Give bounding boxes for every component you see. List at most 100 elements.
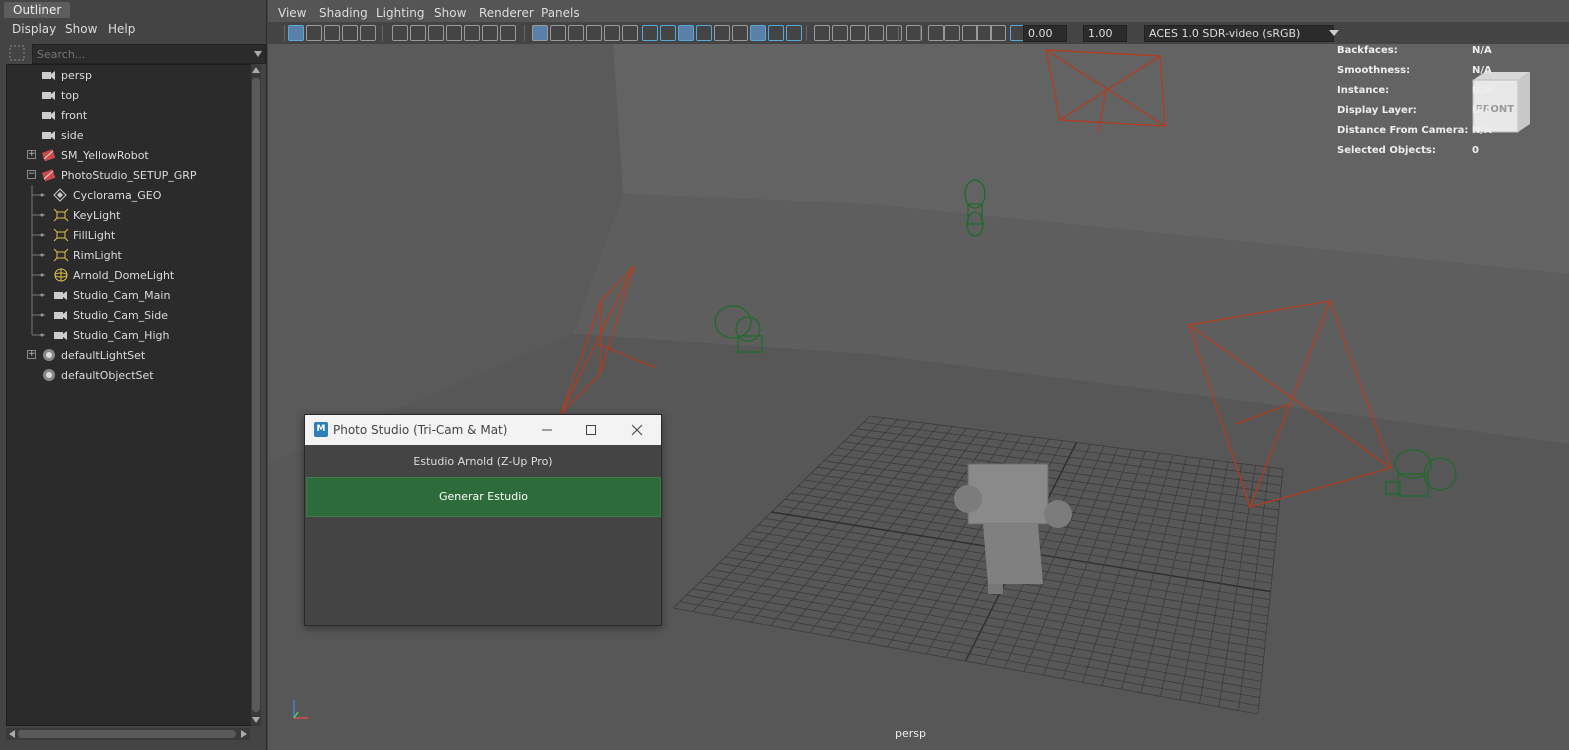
vertical-scroll-thumb[interactable] bbox=[252, 78, 260, 712]
hud-label: Distance From Camera: bbox=[1337, 125, 1469, 136]
outliner-tab[interactable]: Outliner bbox=[4, 2, 71, 18]
hud-value: N/A bbox=[1472, 105, 1492, 116]
toolbar-icon-23[interactable] bbox=[714, 25, 730, 41]
tree-item-label: Studio_Cam_Side bbox=[73, 309, 168, 322]
area-light-icon bbox=[53, 248, 69, 262]
toolbar-icon-15[interactable] bbox=[568, 25, 584, 41]
toolbar-icon-10[interactable] bbox=[464, 25, 480, 41]
menu-renderer[interactable]: Renderer bbox=[479, 6, 534, 20]
tree-item-filllight[interactable]: FillLight bbox=[7, 225, 251, 245]
collapse-icon[interactable]: − bbox=[27, 170, 36, 179]
toolbar-icon-6[interactable] bbox=[392, 25, 408, 41]
exposure-field[interactable]: 0.00 bbox=[1023, 25, 1067, 42]
minimize-button[interactable] bbox=[537, 420, 557, 440]
tree-item-side[interactable]: side bbox=[7, 125, 251, 145]
tree-item-top[interactable]: top bbox=[7, 85, 251, 105]
horizontal-scroll-thumb[interactable] bbox=[18, 730, 236, 738]
hud-label: Selected Objects: bbox=[1337, 145, 1436, 156]
toolbar-icon-35[interactable] bbox=[944, 25, 960, 41]
tree-item-persp[interactable]: persp bbox=[7, 65, 251, 85]
toolbar-icon-18[interactable] bbox=[622, 25, 638, 41]
tree-item-cyclorama-geo[interactable]: Cyclorama_GEO bbox=[7, 185, 251, 205]
toolbar-icon-3[interactable] bbox=[324, 25, 340, 41]
close-button[interactable] bbox=[627, 420, 647, 440]
toolbar-icon-17[interactable] bbox=[604, 25, 620, 41]
gamma-field[interactable]: 1.00 bbox=[1083, 25, 1127, 42]
toolbar-icon-20[interactable] bbox=[660, 25, 676, 41]
tree-item-defaultobjectset[interactable]: defaultObjectSet bbox=[7, 365, 251, 385]
toolbar-icon-29[interactable] bbox=[832, 25, 848, 41]
expand-icon[interactable]: + bbox=[27, 150, 36, 159]
toolbar-icon-34[interactable] bbox=[928, 25, 944, 41]
toolbar-icon-11[interactable] bbox=[482, 25, 498, 41]
tree-item-rimlight[interactable]: RimLight bbox=[7, 245, 251, 265]
toolbar-icon-22[interactable] bbox=[696, 25, 712, 41]
tree-item-front[interactable]: front bbox=[7, 105, 251, 125]
toolbar-icon-24[interactable] bbox=[732, 25, 748, 41]
toolbar-icon-25[interactable] bbox=[750, 25, 766, 41]
outliner-tree: persp top front side + SM_YellowRobot − PhotoSt… bbox=[6, 64, 252, 726]
toolbar-icon-28[interactable] bbox=[814, 25, 830, 41]
toolbar-icon-1[interactable] bbox=[288, 25, 304, 41]
camera-icon bbox=[42, 91, 55, 100]
toolbar-icon-9[interactable] bbox=[446, 25, 462, 41]
maximize-button[interactable] bbox=[581, 420, 601, 440]
viewport-toolbar: 0.00 1.00 ACES 1.0 SDR-video (sRGB) bbox=[268, 22, 1569, 44]
dialog-titlebar[interactable]: M Photo Studio (Tri-Cam & Mat) bbox=[305, 415, 661, 445]
scroll-right-icon[interactable] bbox=[240, 730, 248, 738]
search-input[interactable] bbox=[37, 47, 247, 61]
tree-item-keylight[interactable]: KeyLight bbox=[7, 205, 251, 225]
menu-panels[interactable]: Panels bbox=[541, 6, 580, 20]
tree-item-arnold-domelight[interactable]: Arnold_DomeLight bbox=[7, 265, 251, 285]
camera-icon bbox=[42, 131, 55, 140]
camera-icon bbox=[54, 311, 67, 320]
tree-item-studio-cam-main[interactable]: Studio_Cam_Main bbox=[7, 285, 251, 305]
filter-icon[interactable] bbox=[9, 45, 25, 61]
toolbar-icon-14[interactable] bbox=[550, 25, 566, 41]
scroll-left-icon[interactable] bbox=[8, 730, 16, 738]
tree-item-defaultlightset[interactable]: + defaultLightSet bbox=[7, 345, 251, 365]
menu-display[interactable]: Display bbox=[12, 22, 56, 36]
tree-item-photostudio-setup-grp[interactable]: − PhotoStudio_SETUP_GRP bbox=[7, 165, 251, 185]
toolbar-icon-19[interactable] bbox=[642, 25, 658, 41]
toolbar-icon-12[interactable] bbox=[500, 25, 516, 41]
toolbar-icon-32[interactable] bbox=[886, 25, 902, 41]
menu-help[interactable]: Help bbox=[108, 22, 135, 36]
tree-connector bbox=[31, 325, 45, 337]
scroll-down-icon[interactable] bbox=[252, 716, 260, 724]
toolbar-separator bbox=[898, 25, 899, 41]
toolbar-icon-5[interactable] bbox=[360, 25, 376, 41]
expand-icon[interactable]: + bbox=[27, 350, 36, 359]
color-space-dropdown-arrow-icon[interactable] bbox=[1328, 27, 1340, 39]
toolbar-icon-31[interactable] bbox=[868, 25, 884, 41]
tree-item-sm-yellowrobot[interactable]: + SM_YellowRobot bbox=[7, 145, 251, 165]
toolbar-icon-7[interactable] bbox=[410, 25, 426, 41]
menu-lighting[interactable]: Lighting bbox=[376, 6, 425, 20]
toolbar-icon-8[interactable] bbox=[428, 25, 444, 41]
toolbar-icon-26[interactable] bbox=[768, 25, 784, 41]
tree-connector bbox=[31, 305, 45, 325]
tree-horizontal-scrollbar[interactable] bbox=[6, 728, 250, 740]
tree-item-studio-cam-high[interactable]: Studio_Cam_High bbox=[7, 325, 251, 345]
menu-shading[interactable]: Shading bbox=[319, 6, 368, 20]
tree-item-label: defaultObjectSet bbox=[61, 369, 154, 382]
toolbar-icon-2[interactable] bbox=[306, 25, 322, 41]
toolbar-icon-13[interactable] bbox=[532, 25, 548, 41]
toolbar-icon-16[interactable] bbox=[586, 25, 602, 41]
tree-connector bbox=[31, 185, 45, 205]
view-cube[interactable]: FRONT bbox=[1472, 72, 1530, 133]
color-space-dropdown[interactable]: ACES 1.0 SDR-video (sRGB) bbox=[1144, 25, 1334, 42]
generate-studio-button[interactable]: Generar Estudio bbox=[306, 477, 661, 517]
menu-view[interactable]: View bbox=[278, 6, 306, 20]
menu-show-viewport[interactable]: Show bbox=[434, 6, 466, 20]
toolbar-icon-21[interactable] bbox=[678, 25, 694, 41]
tree-vertical-scrollbar[interactable] bbox=[251, 64, 261, 726]
toolbar-icon-27[interactable] bbox=[786, 25, 802, 41]
dropdown-arrow-icon[interactable] bbox=[253, 49, 263, 59]
menu-show[interactable]: Show bbox=[65, 22, 97, 36]
toolbar-icon-30[interactable] bbox=[850, 25, 866, 41]
toolbar-icon-38[interactable] bbox=[990, 25, 1006, 41]
toolbar-icon-4[interactable] bbox=[342, 25, 358, 41]
scroll-up-icon[interactable] bbox=[252, 66, 260, 74]
tree-item-studio-cam-side[interactable]: Studio_Cam_Side bbox=[7, 305, 251, 325]
